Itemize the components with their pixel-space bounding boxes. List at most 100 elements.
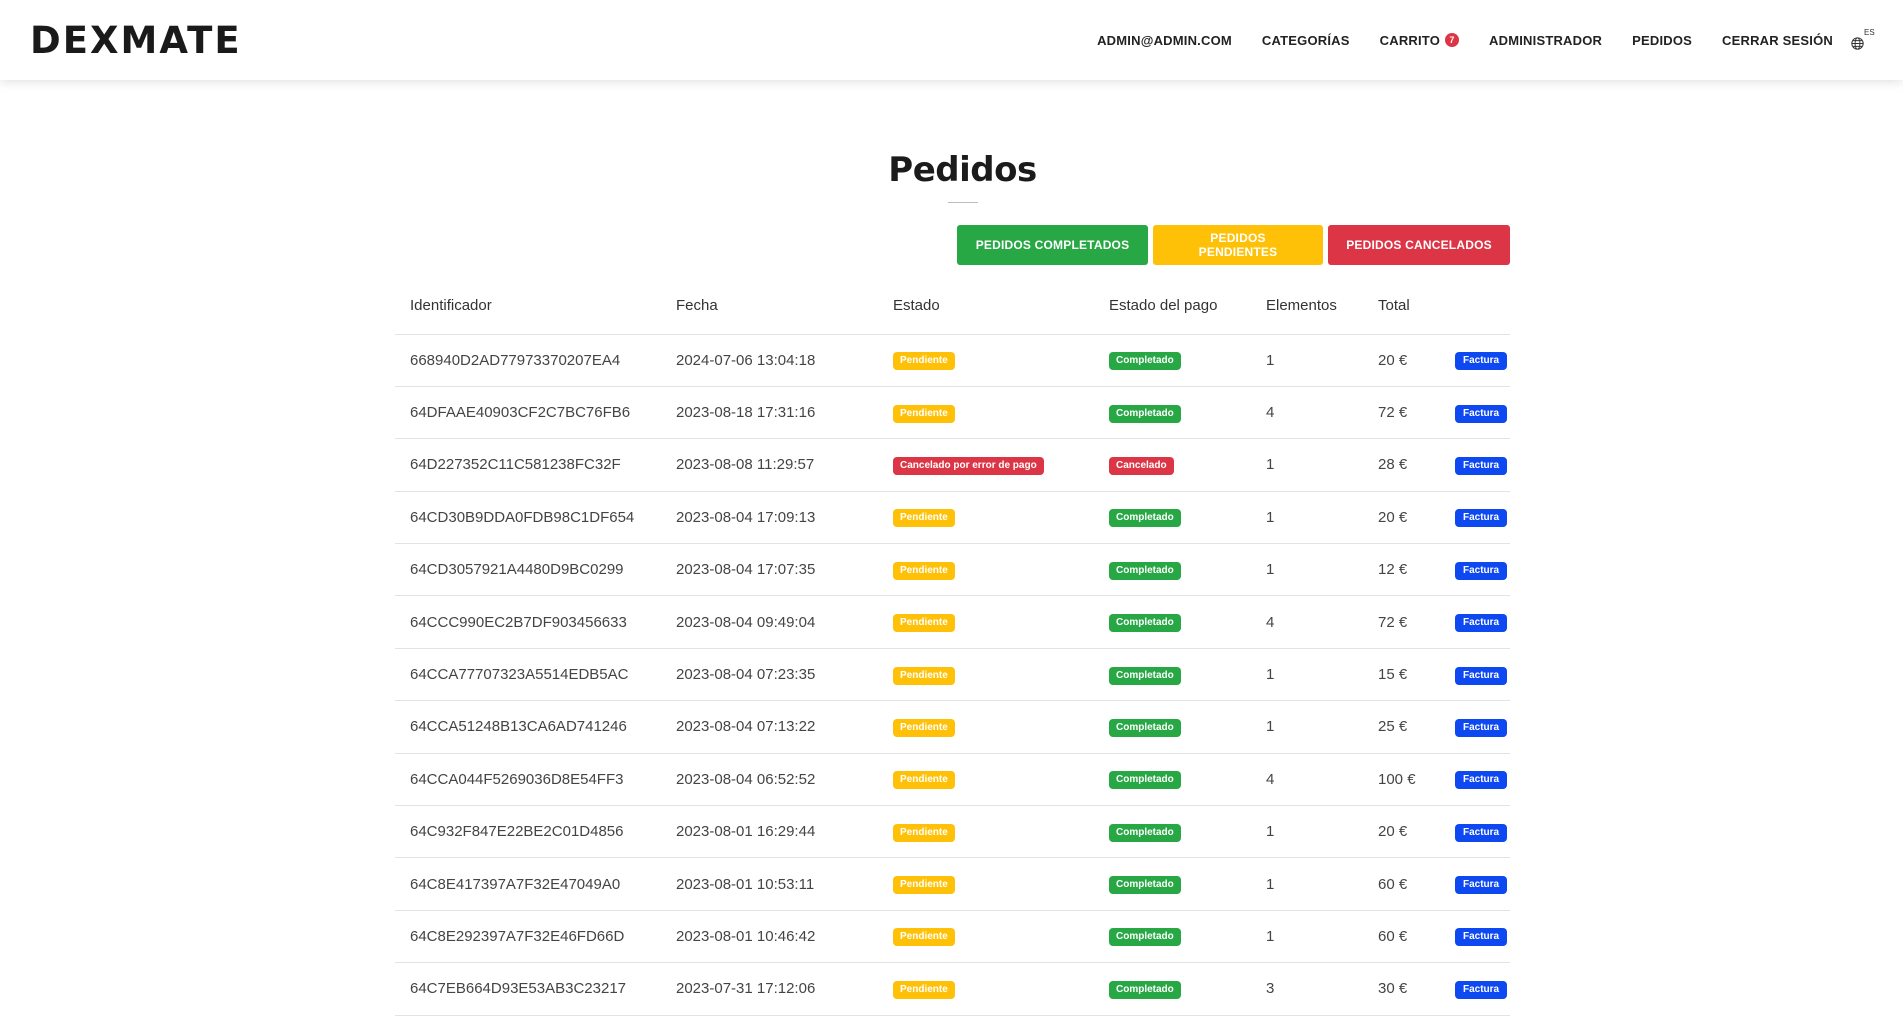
invoice-cell: Factura [1440, 962, 1510, 1016]
order-date: 2023-08-01 10:46:42 [661, 910, 878, 964]
invoice-button[interactable]: Factura [1455, 718, 1508, 737]
order-date: 2023-08-18 17:31:16 [661, 386, 878, 440]
header-total: Total [1363, 277, 1440, 335]
brand-logo[interactable]: DEXMATE [30, 19, 242, 62]
order-id: 64CCA77707323A5514EDB5AC [395, 648, 661, 702]
invoice-button[interactable]: Factura [1455, 404, 1508, 423]
invoice-cell: Factura [1440, 491, 1510, 545]
cart-count-badge: 7 [1445, 33, 1460, 47]
invoice-button[interactable]: Factura [1455, 666, 1508, 685]
order-status-badge: Pendiente [893, 771, 955, 790]
order-items-count: 1 [1251, 648, 1363, 702]
invoice-cell: Factura [1440, 753, 1510, 807]
order-status-cell: Pendiente [878, 857, 1094, 911]
order-date: 2023-08-04 17:07:35 [661, 543, 878, 597]
order-status-badge: Pendiente [893, 509, 955, 528]
order-total: 12 € [1363, 543, 1440, 597]
order-id: 64C8E417397A7F32E47049A0 [395, 857, 661, 911]
order-date: 2023-08-04 07:23:35 [661, 648, 878, 702]
table-row: 64DFAAE40903CF2C7BC76FB6 2023-08-18 17:31… [395, 386, 1510, 440]
order-date: 2023-08-01 16:29:44 [661, 805, 878, 859]
completed-orders-button[interactable]: PEDIDOS COMPLETADOS [957, 225, 1148, 265]
order-id: 64D227352C11C581238FC32F [395, 438, 661, 492]
order-total: 100 € [1363, 753, 1440, 807]
payment-status-badge: Completado [1109, 666, 1181, 685]
invoice-button[interactable]: Factura [1455, 509, 1508, 528]
order-total: 72 € [1363, 595, 1440, 649]
payment-status-badge: Cancelado [1109, 456, 1174, 475]
order-items-count: 4 [1251, 386, 1363, 440]
table-row: 64D227352C11C581238FC32F 2023-08-08 11:29… [395, 438, 1510, 492]
order-total: 20 € [1363, 805, 1440, 859]
order-total: 20 € [1363, 334, 1440, 387]
order-id: 64CCC990EC2B7DF903456633 [395, 595, 661, 649]
payment-status-cell: Completado [1094, 595, 1251, 649]
nav-admin-label: ADMINISTRADOR [1489, 32, 1603, 48]
order-items-count: 1 [1251, 491, 1363, 545]
invoice-cell: Factura [1440, 595, 1510, 649]
header-items: Elementos [1251, 277, 1363, 335]
nav-logout-label: CERRAR SESIÓN [1722, 32, 1833, 48]
order-date: 2024-07-06 13:04:18 [661, 334, 878, 387]
cancelled-orders-button[interactable]: PEDIDOS CANCELADOS [1328, 225, 1510, 265]
pending-orders-button[interactable]: PEDIDOS PENDIENTES [1153, 225, 1323, 265]
nav-categories[interactable]: CATEGORÍAS [1262, 33, 1350, 48]
order-items-count: 1 [1251, 543, 1363, 597]
invoice-cell: Factura [1440, 386, 1510, 440]
invoice-button[interactable]: Factura [1455, 614, 1508, 633]
invoice-cell: Factura [1440, 857, 1510, 911]
invoice-button[interactable]: Factura [1455, 456, 1508, 475]
order-items-count: 1 [1251, 438, 1363, 492]
title-divider [947, 202, 978, 203]
order-total: 28 € [1363, 438, 1440, 492]
payment-status-badge: Completado [1109, 980, 1181, 999]
nav-user-label: ADMIN@ADMIN.COM [1097, 32, 1232, 48]
order-id: 64CCA51248B13CA6AD741246 [395, 700, 661, 754]
order-status-badge: Pendiente [893, 352, 955, 371]
payment-status-badge: Completado [1109, 718, 1181, 737]
order-total: 15 € [1363, 648, 1440, 702]
invoice-button[interactable]: Factura [1455, 823, 1508, 842]
order-items-count: 1 [1251, 805, 1363, 859]
invoice-button[interactable]: Factura [1455, 928, 1508, 947]
payment-status-badge: Completado [1109, 614, 1181, 633]
order-status-badge: Pendiente [893, 614, 955, 633]
nav-cart[interactable]: CARRITO 7 [1380, 33, 1460, 48]
table-row: 64CCA77707323A5514EDB5AC 2023-08-04 07:23… [395, 648, 1510, 702]
payment-status-badge: Completado [1109, 771, 1181, 790]
nav-user[interactable]: ADMIN@ADMIN.COM [1097, 33, 1232, 48]
invoice-button[interactable]: Factura [1455, 876, 1508, 895]
order-items-count: 1 [1251, 700, 1363, 754]
order-filters: PEDIDOS COMPLETADOS PEDIDOS PENDIENTES P… [395, 225, 1510, 265]
order-items-count: 1 [1251, 910, 1363, 964]
order-items-count: 4 [1251, 595, 1363, 649]
order-total: 72 € [1363, 386, 1440, 440]
payment-status-cell: Completado [1094, 491, 1251, 545]
invoice-cell: Factura [1440, 700, 1510, 754]
order-date: 2023-08-01 10:53:11 [661, 857, 878, 911]
orders-page: Pedidos PEDIDOS COMPLETADOS PEDIDOS PEND… [395, 150, 1510, 1016]
payment-status-badge: Completado [1109, 509, 1181, 528]
invoice-button[interactable]: Factura [1455, 771, 1508, 790]
order-date: 2023-08-08 11:29:57 [661, 438, 878, 492]
nav-orders[interactable]: PEDIDOS [1632, 33, 1692, 48]
table-row: 64C7EB664D93E53AB3C23217 2023-07-31 17:12… [395, 962, 1510, 1016]
order-status-cell: Pendiente [878, 962, 1094, 1016]
header-identifier: Identificador [395, 277, 661, 335]
invoice-cell: Factura [1440, 805, 1510, 859]
order-status-cell: Pendiente [878, 334, 1094, 387]
nav-admin[interactable]: ADMINISTRADOR [1489, 33, 1602, 48]
invoice-button[interactable]: Factura [1455, 561, 1508, 580]
invoice-button[interactable]: Factura [1455, 980, 1508, 999]
payment-status-cell: Completado [1094, 543, 1251, 597]
payment-status-cell: Completado [1094, 753, 1251, 807]
order-date: 2023-08-04 09:49:04 [661, 595, 878, 649]
order-status-cell: Pendiente [878, 700, 1094, 754]
language-code: ES [1864, 28, 1875, 37]
header-payment-status: Estado del pago [1094, 277, 1251, 335]
invoice-button[interactable]: Factura [1455, 352, 1508, 371]
payment-status-badge: Completado [1109, 404, 1181, 423]
order-total: 20 € [1363, 491, 1440, 545]
language-selector[interactable]: ES [1851, 28, 1875, 52]
nav-logout[interactable]: CERRAR SESIÓN [1722, 33, 1833, 48]
